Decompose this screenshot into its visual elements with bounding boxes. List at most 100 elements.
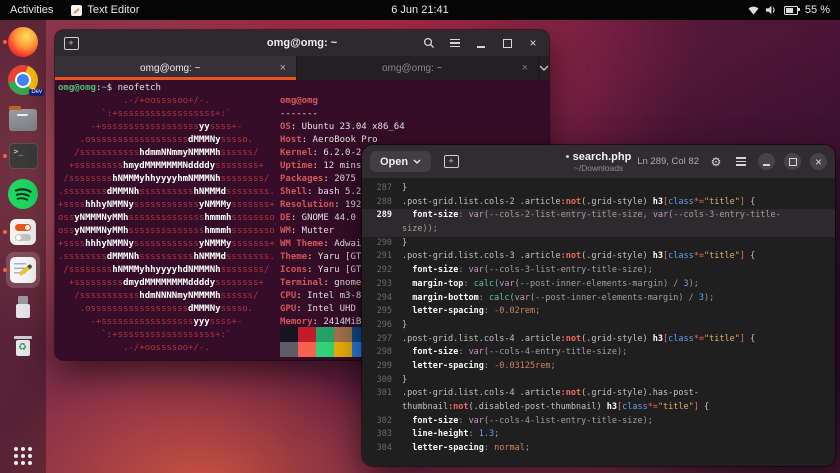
line-number: 296 xyxy=(376,319,392,330)
code-line[interactable]: 297 .post-grid.list.cols-4 .article:not(.… xyxy=(362,333,835,347)
code-text: .post-grid.list.cols-3 .article:not(.gri… xyxy=(402,251,756,262)
dock-item-trash[interactable]: ♻ xyxy=(3,327,43,365)
code-line[interactable]: 288 .post-grid.list.cols-2 .article:not(.… xyxy=(362,196,835,210)
code-text: line-height: 1.3; xyxy=(412,429,500,440)
code-editor[interactable]: 287} 288 .post-grid.list.cols-2 .article:n… xyxy=(362,178,835,466)
tab-close-button[interactable]: × xyxy=(520,62,530,74)
dock: Dev ♻ xyxy=(0,20,46,473)
line-number: 291 xyxy=(376,251,392,262)
code-line[interactable]: 299 letter-spacing: -0.03125rem; xyxy=(362,360,835,374)
code-text: letter-spacing: -0.02rem; xyxy=(412,306,541,317)
dock-item-terminal[interactable] xyxy=(3,137,43,175)
code-line[interactable]: 294 margin-bottom: calc(var(--post-inner… xyxy=(362,292,835,306)
code-line[interactable]: 302 font-size: var(--cols-4-list-entry-t… xyxy=(362,415,835,429)
shell-prompt: omg@omg:~$ neofetch xyxy=(58,83,161,93)
usb-drive-icon xyxy=(14,295,32,321)
new-document-icon: + xyxy=(443,155,459,168)
line-number: 294 xyxy=(376,292,392,303)
settings-button[interactable]: ⚙ xyxy=(708,154,724,170)
code-line[interactable]: 295 letter-spacing: -0.02rem; xyxy=(362,305,835,319)
terminal-tab[interactable]: omg@omg: ~ × xyxy=(297,56,539,80)
maximize-button[interactable] xyxy=(499,35,515,51)
tab-overview-button[interactable] xyxy=(539,56,549,80)
line-number: 300 xyxy=(376,374,392,385)
line-number: 298 xyxy=(376,347,392,358)
code-text: size)); xyxy=(402,224,438,235)
code-text: } xyxy=(402,237,408,248)
new-tab-icon: + xyxy=(63,36,79,50)
line-number: 304 xyxy=(376,443,392,454)
code-line[interactable]: 304 letter-spacing: normal; xyxy=(362,442,835,456)
running-indicator xyxy=(3,230,7,234)
dock-item-toggles-settings[interactable] xyxy=(3,213,43,251)
new-tab-button[interactable]: + xyxy=(63,35,79,51)
new-document-button[interactable]: + xyxy=(443,154,459,170)
code-line[interactable]: 298 font-size: var(--cols-4-entry-title-… xyxy=(362,346,835,360)
maximize-button[interactable] xyxy=(784,153,801,170)
dock-item-firefox[interactable] xyxy=(3,23,43,61)
open-button[interactable]: Open xyxy=(370,151,432,172)
dock-item-text-editor[interactable] xyxy=(3,251,43,289)
line-number: 290 xyxy=(376,237,392,248)
minimize-icon xyxy=(477,45,485,48)
line-number: 302 xyxy=(376,415,392,426)
line-number xyxy=(362,223,402,237)
dock-item-chrome-dev[interactable]: Dev xyxy=(3,61,44,99)
code-line[interactable]: thumbnail:not(.disabled-post-thumbnail) … xyxy=(362,401,835,415)
dock-item-files[interactable] xyxy=(3,99,43,137)
code-line[interactable]: 293 margin-top: calc(var(--post-inner-el… xyxy=(362,278,835,292)
code-line[interactable]: 292 font-size: var(--cols-3-list-entry-t… xyxy=(362,264,835,278)
text-editor-icon xyxy=(71,4,83,16)
terminal-icon xyxy=(8,143,38,169)
code-text: font-size: var(--cols-4-list-entry-title… xyxy=(412,415,653,426)
firefox-icon xyxy=(8,27,38,57)
code-line[interactable]: 290} xyxy=(362,237,835,251)
code-line[interactable]: 289 font-size: var(--cols-2-list-entry-t… xyxy=(362,209,835,224)
code-line[interactable]: 301 .post-grid.list.cols-4 .article:not(.… xyxy=(362,387,835,401)
app-grid-button[interactable] xyxy=(14,447,32,465)
tab-close-button[interactable]: × xyxy=(278,62,288,74)
dev-badge: Dev xyxy=(29,89,44,96)
close-button[interactable]: × xyxy=(810,153,827,170)
focused-app-name: Text Editor xyxy=(87,4,140,16)
recycle-glyph: ♻ xyxy=(18,342,27,353)
cursor-position[interactable]: Ln 289, Col 82 xyxy=(637,156,699,167)
chevron-down-icon xyxy=(539,65,549,71)
code-line[interactable]: 296} xyxy=(362,319,835,333)
focused-app-menu[interactable]: Text Editor xyxy=(71,0,139,20)
terminal-tab[interactable]: omg@omg: ~ × xyxy=(55,56,297,80)
code-line[interactable]: 287} xyxy=(362,182,835,196)
code-line[interactable]: 303 line-height: 1.3; xyxy=(362,428,835,442)
dock-item-usb-drive[interactable] xyxy=(3,289,43,327)
battery-percent: 55 % xyxy=(804,4,830,16)
modified-indicator xyxy=(565,155,569,158)
minimize-button[interactable] xyxy=(758,153,775,170)
search-button[interactable] xyxy=(421,35,437,51)
dock-item-spotify[interactable] xyxy=(3,175,43,213)
toggle-on-glyph xyxy=(15,224,31,231)
terminal-headerbar[interactable]: + omg@omg: ~ × xyxy=(55,30,549,56)
editor-headerbar[interactable]: Open + search.php ~/Downloads Ln 289, Co… xyxy=(362,145,835,178)
system-status-area[interactable]: 55 % xyxy=(748,4,840,16)
trash-icon: ♻ xyxy=(13,334,33,358)
menu-button[interactable] xyxy=(733,154,749,170)
code-line[interactable]: 300} xyxy=(362,374,835,388)
code-text: margin-top: calc(var(--post-inner-elemen… xyxy=(412,278,699,289)
code-line[interactable]: size)); xyxy=(362,223,835,237)
line-number xyxy=(362,401,402,415)
code-text: font-size: var(--cols-3-list-entry-title… xyxy=(412,265,653,276)
close-button[interactable]: × xyxy=(525,35,541,51)
code-line[interactable]: 291 .post-grid.list.cols-3 .article:not(.… xyxy=(362,250,835,264)
line-number: 301 xyxy=(376,388,392,399)
running-indicator xyxy=(3,154,7,158)
menu-button[interactable] xyxy=(447,35,463,51)
maximize-icon xyxy=(502,38,512,48)
chevron-down-icon xyxy=(413,159,421,164)
code-text: margin-bottom: calc(var(--post-inner-ele… xyxy=(412,292,715,303)
text-editor-icon xyxy=(10,257,36,283)
volume-icon xyxy=(765,5,777,15)
code-text: font-size: var(--cols-2-list-entry-title… xyxy=(412,210,781,221)
minimize-button[interactable] xyxy=(473,35,489,51)
activities-button[interactable]: Activities xyxy=(10,0,53,20)
code-text: } xyxy=(402,374,408,385)
